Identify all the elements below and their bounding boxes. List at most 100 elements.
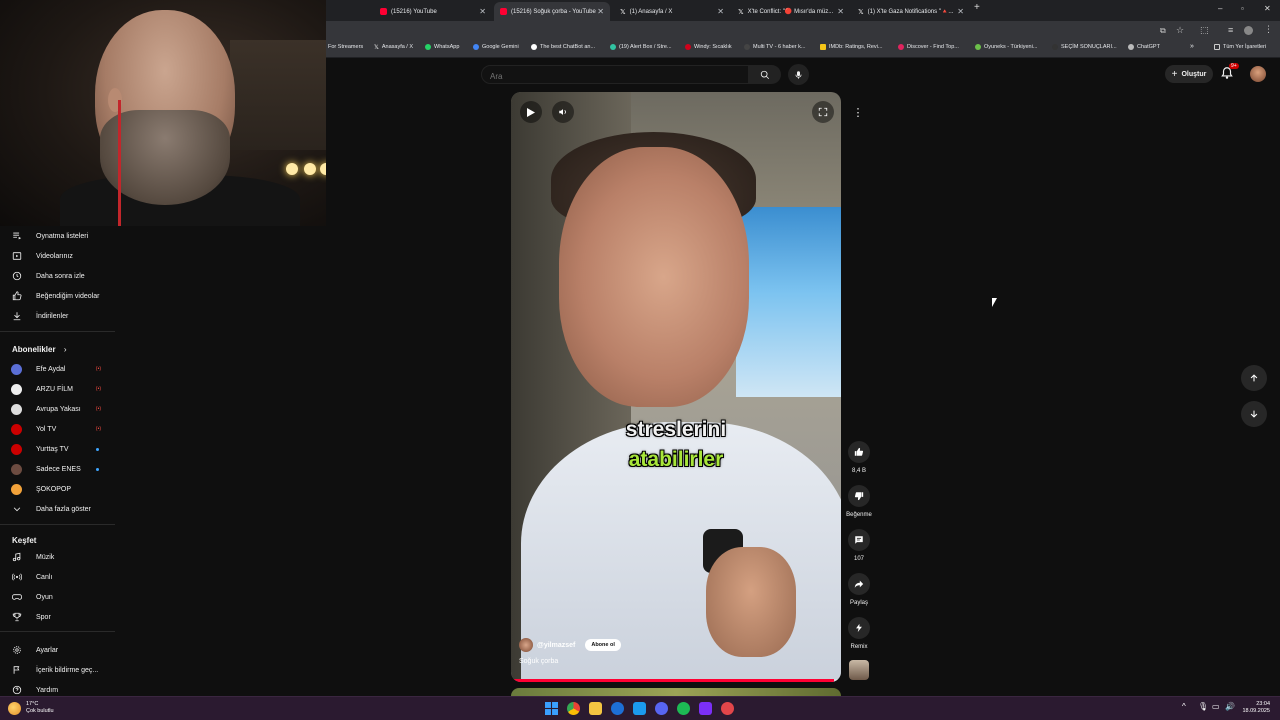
previous-short-button[interactable] — [1241, 365, 1267, 391]
tab-x-home[interactable]: 𝕏 (1) Anasayfa / X ✕ — [614, 2, 730, 21]
sidebar-item-gaming[interactable]: Oyun — [0, 587, 115, 607]
sidebar-item-subscription[interactable]: Yol TV (•) — [0, 419, 115, 439]
next-short-button[interactable] — [1241, 401, 1267, 427]
discord-icon[interactable] — [655, 702, 668, 715]
sidebar-item-subscription[interactable]: ŞOKOPOP — [0, 479, 115, 499]
bookmark-item[interactable]: IMDb: Ratings, Revi... — [820, 44, 883, 50]
share-button[interactable]: Paylaş — [839, 573, 879, 606]
sidebar-item-watch-later[interactable]: Daha sonra izle — [0, 266, 115, 286]
tab-x-gaza[interactable]: 𝕏 (1) X'te Gaza Notifications "🔺... ✕ — [852, 2, 970, 21]
chevron-up-icon[interactable]: ^ — [1182, 702, 1186, 711]
channel-avatar — [11, 403, 22, 415]
video-title[interactable]: Soğuk çorba — [519, 658, 558, 665]
sidebar-item-show-more[interactable]: Daha fazla göster — [0, 499, 115, 519]
bookmark-item[interactable]: Multi TV - 6 haber k... — [744, 44, 805, 50]
sidebar-item-liked-videos[interactable]: Beğendiğim videolar — [0, 286, 115, 306]
chrome-icon[interactable] — [567, 702, 580, 715]
search-box[interactable] — [481, 65, 749, 85]
comments-button[interactable]: 107 — [839, 529, 879, 562]
extensions-icon[interactable]: ⬚ — [1200, 25, 1209, 36]
sidebar-item-subscription[interactable]: Sadece ENES — [0, 459, 115, 479]
bookmark-item[interactable]: For Streamers — [328, 44, 363, 50]
arrow-up-icon — [1250, 374, 1258, 382]
sidebar-item-your-videos[interactable]: Videolarınız — [0, 246, 115, 266]
video-progress-bar[interactable] — [511, 679, 841, 682]
close-icon[interactable]: ✕ — [837, 7, 844, 16]
live-indicator-icon: (•) — [95, 426, 101, 432]
remix-button[interactable]: Remix — [839, 617, 879, 650]
bookmark-item[interactable]: (19) Alert Box / Stre... — [610, 44, 672, 50]
tab-youtube[interactable]: (15216) YouTube ✕ — [374, 2, 492, 21]
bookmark-item[interactable]: The best ChatBot an... — [531, 44, 595, 50]
close-icon[interactable]: ✕ — [717, 7, 724, 16]
bookmark-star-icon[interactable]: ☆ — [1176, 25, 1184, 36]
streaming-app-icon[interactable] — [699, 702, 712, 715]
sidebar-item-downloads[interactable]: İndirilenler — [0, 306, 115, 326]
live-icon — [12, 572, 22, 582]
volume-icon[interactable]: 🔊 — [1225, 702, 1235, 711]
channel-avatar[interactable] — [519, 638, 533, 652]
bookmark-item[interactable]: Oyuneks - Türkiyeni... — [975, 44, 1037, 50]
profile-icon[interactable] — [1244, 26, 1253, 35]
menu-icon[interactable]: ⋮ — [1264, 24, 1273, 35]
minimize-button[interactable]: – — [1218, 4, 1222, 13]
dislike-button[interactable]: Beğenme — [839, 485, 879, 518]
create-button[interactable]: + Oluştur — [1165, 65, 1213, 83]
subscriptions-heading[interactable]: Abonelikler › — [12, 345, 66, 354]
play-button[interactable] — [520, 101, 542, 123]
network-icon[interactable]: ▭ — [1212, 702, 1220, 711]
channel-handle[interactable]: @yilmazsef — [537, 642, 575, 649]
account-avatar[interactable] — [1250, 66, 1266, 82]
sidebar-item-live[interactable]: Canlı — [0, 567, 115, 587]
sidebar-item-settings[interactable]: Ayarlar — [0, 640, 115, 660]
sidebar-item-subscription[interactable]: Yurttaş TV — [0, 439, 115, 459]
weather-widget[interactable]: 17°C Çok bulutlu — [26, 701, 54, 715]
search-button[interactable] — [749, 65, 781, 84]
bookmark-item[interactable]: Google Gemini — [473, 44, 519, 50]
fullscreen-button[interactable] — [812, 101, 834, 123]
close-window-button[interactable]: ✕ — [1264, 4, 1271, 13]
audio-source-thumbnail[interactable] — [849, 660, 869, 680]
cast-icon[interactable]: ⧉ — [1160, 26, 1166, 36]
more-options-button[interactable]: ⋮ — [847, 101, 869, 123]
microphone-icon[interactable]: 🎙 — [1198, 702, 1208, 711]
tab-x-conflict[interactable]: 𝕏 X'te Conflict: "🔴 Mısır'da müz... ✕ — [732, 2, 850, 21]
close-icon[interactable]: ✕ — [479, 7, 486, 16]
bookmark-item[interactable]: WhatsApp — [425, 44, 459, 50]
edge-icon[interactable] — [611, 702, 624, 715]
bookmarks-overflow-button[interactable]: » — [1190, 43, 1194, 50]
bookmark-item[interactable]: 𝕏 Anasayfa / X — [374, 44, 413, 51]
close-icon[interactable]: ✕ — [957, 7, 964, 16]
app-icon[interactable] — [721, 702, 734, 715]
sidebar-item-sports[interactable]: Spor — [0, 607, 115, 627]
subscribe-button[interactable]: Abone ol — [585, 639, 621, 651]
like-button[interactable]: 8,4 B — [839, 441, 879, 474]
new-tab-button[interactable]: + — [974, 2, 980, 13]
search-input[interactable] — [482, 68, 748, 85]
notifications-button[interactable]: 9+ — [1220, 63, 1239, 82]
next-short-preview[interactable] — [511, 688, 841, 696]
sidebar-item-report-history[interactable]: İçerik bildirme geç... — [0, 660, 115, 680]
system-clock[interactable]: 23:04 18.09.2025 — [1242, 701, 1270, 715]
bookmark-item[interactable]: Windy: Sıcaklık — [685, 44, 732, 50]
file-explorer-icon[interactable] — [589, 702, 602, 715]
spotify-icon[interactable] — [677, 702, 690, 715]
sidebar-item-music[interactable]: Müzik — [0, 547, 115, 567]
close-icon[interactable]: ✕ — [597, 7, 604, 16]
telegram-icon[interactable] — [633, 702, 646, 715]
windows-start-icon[interactable] — [545, 702, 558, 715]
all-bookmarks-button[interactable]: Tüm Yer İşaretleri — [1214, 44, 1266, 50]
tab-soguk-corba[interactable]: (15216) Soğuk çorba - YouTube ✕ — [494, 2, 610, 21]
sidebar-item-subscription[interactable]: Avrupa Yakası (•) — [0, 399, 115, 419]
bookmark-item[interactable]: ChatGPT — [1128, 44, 1160, 50]
media-icon[interactable]: ≡ — [1228, 25, 1233, 35]
bookmark-item[interactable]: SEÇİM SONUÇLARI... — [1052, 44, 1117, 50]
sidebar-item-subscription[interactable]: Efe Aydal (•) — [0, 359, 115, 379]
shorts-video-player[interactable]: streslerini atabilirler @yilmazsef Abone… — [511, 92, 841, 682]
sidebar-item-playlists[interactable]: Oynatma listeleri — [0, 226, 115, 246]
maximize-button[interactable]: ▫ — [1241, 4, 1244, 13]
voice-search-button[interactable] — [788, 64, 809, 85]
sidebar-item-subscription[interactable]: ARZU FİLM (•) — [0, 379, 115, 399]
bookmark-item[interactable]: Discover - Find Top... — [898, 44, 959, 50]
volume-button[interactable] — [552, 101, 574, 123]
